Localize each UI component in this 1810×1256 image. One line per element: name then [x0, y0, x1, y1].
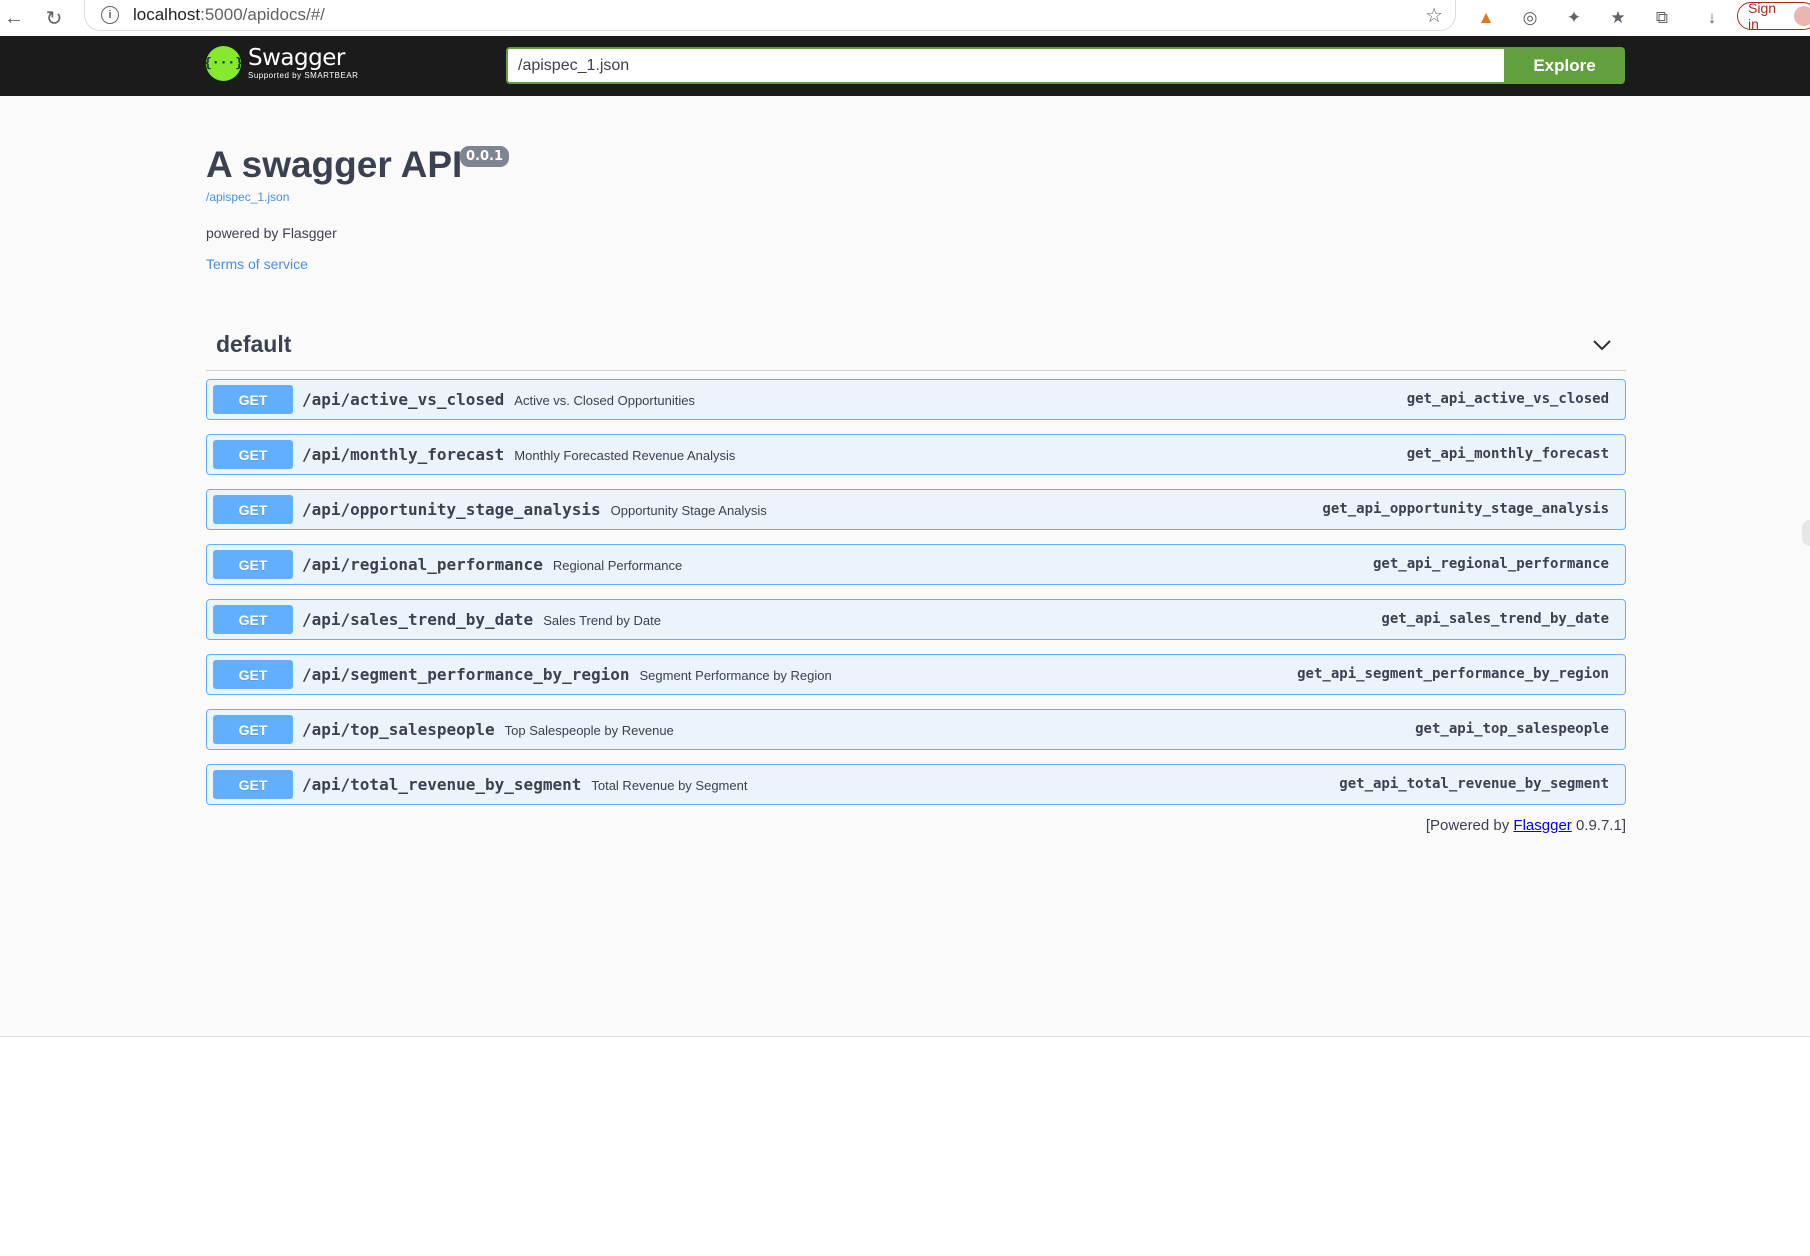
operation-path: /api/segment_performance_by_region Segmen…	[302, 665, 832, 684]
browser-toolbar: ← ↻ i localhost:5000/apidocs/#/ ☆ ▲ ◎ ✦ …	[0, 0, 1810, 36]
operation-path-text: /api/opportunity_stage_analysis	[302, 500, 601, 519]
tag-section-header[interactable]: default	[206, 321, 1626, 371]
brand-name: Swagger	[248, 45, 345, 71]
operation-summary: Segment Performance by Region	[639, 668, 832, 683]
api-title: A swagger API	[206, 144, 463, 185]
operation-row[interactable]: GET /api/segment_performance_by_region Se…	[206, 654, 1626, 695]
http-method-badge: GET	[213, 715, 293, 744]
operation-summary: Regional Performance	[552, 558, 683, 573]
operation-row[interactable]: GET /api/monthly_forecast Monthly Forecas…	[206, 434, 1626, 475]
tag-name: default	[216, 331, 292, 357]
download-icon[interactable]: ↓	[1698, 4, 1726, 32]
operation-id: get_api_regional_performance	[1372, 556, 1609, 572]
address-bar[interactable]: i localhost:5000/apidocs/#/ ☆	[84, 0, 1456, 31]
http-method-badge: GET	[213, 605, 293, 634]
spec-url-input[interactable]	[506, 47, 1505, 84]
operation-row[interactable]: GET /api/active_vs_closed Active vs. Clos…	[206, 379, 1626, 420]
operation-path-text: /api/segment_performance_by_region	[302, 665, 630, 684]
http-method-badge: GET	[213, 495, 293, 524]
http-method-badge: GET	[213, 660, 293, 689]
footer-suffix: 0.9.7.1]	[1571, 817, 1626, 834]
operation-path: /api/monthly_forecast Monthly Forecasted …	[302, 445, 735, 464]
operation-path-text: /api/sales_trend_by_date	[302, 610, 534, 629]
version-badge: 0.0.1	[460, 146, 510, 167]
flasgger-link[interactable]: Flasgger	[1513, 817, 1571, 834]
fox-extension-icon[interactable]: ▲	[1472, 4, 1500, 32]
url-text: localhost:5000/apidocs/#/	[133, 5, 325, 24]
scroll-handle[interactable]	[1802, 520, 1810, 546]
operation-id: get_api_monthly_forecast	[1406, 446, 1609, 462]
operation-id: get_api_segment_performance_by_region	[1297, 666, 1609, 682]
sign-in-label: Sign in	[1748, 0, 1777, 32]
http-method-badge: GET	[213, 440, 293, 469]
operations-list: GET /api/active_vs_closed Active vs. Clos…	[206, 379, 1626, 819]
swagger-logo[interactable]: {···} Swagger Supported by SMARTBEAR	[204, 45, 359, 81]
operation-id: get_api_sales_trend_by_date	[1381, 611, 1609, 627]
sign-in-button[interactable]: Sign in	[1737, 0, 1810, 32]
operation-path-text: /api/monthly_forecast	[302, 445, 505, 464]
operation-path: /api/total_revenue_by_segment Total Reven…	[302, 775, 747, 794]
footer: [Powered by Flasgger 0.9.7.1]	[206, 817, 1626, 834]
operation-id: get_api_active_vs_closed	[1406, 391, 1609, 407]
avatar	[1794, 6, 1810, 26]
site-info-icon[interactable]: i	[101, 6, 119, 24]
chevron-down-icon[interactable]	[1592, 335, 1612, 355]
favorites-icon[interactable]: ★	[1604, 4, 1632, 32]
operation-summary: Top Salespeople by Revenue	[504, 723, 674, 738]
operation-path: /api/sales_trend_by_date Sales Trend by D…	[302, 610, 661, 629]
spec-link[interactable]: /apispec_1.json	[206, 190, 289, 204]
operation-path-text: /api/total_revenue_by_segment	[302, 775, 582, 794]
terms-of-service-link[interactable]: Terms of service	[206, 256, 308, 272]
operation-path: /api/active_vs_closed Active vs. Closed O…	[302, 390, 695, 409]
operation-summary: Active vs. Closed Opportunities	[514, 393, 695, 408]
operation-row[interactable]: GET /api/regional_performance Regional Pe…	[206, 544, 1626, 585]
operation-row[interactable]: GET /api/sales_trend_by_date Sales Trend …	[206, 599, 1626, 640]
operation-path-text: /api/top_salespeople	[302, 720, 495, 739]
operation-summary: Total Revenue by Segment	[591, 778, 748, 793]
operation-path-text: /api/active_vs_closed	[302, 390, 505, 409]
operation-row[interactable]: GET /api/opportunity_stage_analysis Oppor…	[206, 489, 1626, 530]
swagger-logo-icon: {···}	[204, 46, 243, 81]
http-method-badge: GET	[213, 550, 293, 579]
http-method-badge: GET	[213, 385, 293, 414]
brand-subtitle: Supported by SMARTBEAR	[248, 71, 359, 80]
operation-row[interactable]: GET /api/total_revenue_by_segment Total R…	[206, 764, 1626, 805]
operation-path: /api/opportunity_stage_analysis Opportuni…	[302, 500, 767, 519]
operation-path: /api/regional_performance Regional Perfor…	[302, 555, 682, 574]
reload-icon[interactable]: ↻	[40, 4, 68, 32]
operation-id: get_api_top_salespeople	[1415, 721, 1609, 737]
extensions-icon[interactable]: ✦	[1560, 4, 1588, 32]
collections-icon[interactable]: ⧉	[1648, 4, 1676, 32]
operation-summary: Sales Trend by Date	[543, 613, 661, 628]
operation-id: get_api_total_revenue_by_segment	[1339, 776, 1609, 792]
back-icon[interactable]: ←	[0, 4, 28, 32]
http-method-badge: GET	[213, 770, 293, 799]
explore-button[interactable]: Explore	[1504, 47, 1625, 84]
globe-icon[interactable]: ◎	[1516, 4, 1544, 32]
operation-path: /api/top_salespeople Top Salespeople by R…	[302, 720, 674, 739]
main-content: A swagger API 0.0.1 /apispec_1.json powe…	[0, 96, 1810, 1037]
footer-prefix: [Powered by	[1425, 817, 1514, 834]
bookmark-star-icon[interactable]: ☆	[1425, 3, 1443, 28]
operation-path-text: /api/regional_performance	[302, 555, 543, 574]
api-description: powered by Flasgger	[206, 225, 337, 241]
operation-summary: Opportunity Stage Analysis	[610, 503, 767, 518]
operation-row[interactable]: GET /api/top_salespeople Top Salespeople …	[206, 709, 1626, 750]
operation-id: get_api_opportunity_stage_analysis	[1322, 501, 1609, 517]
operation-summary: Monthly Forecasted Revenue Analysis	[514, 448, 736, 463]
